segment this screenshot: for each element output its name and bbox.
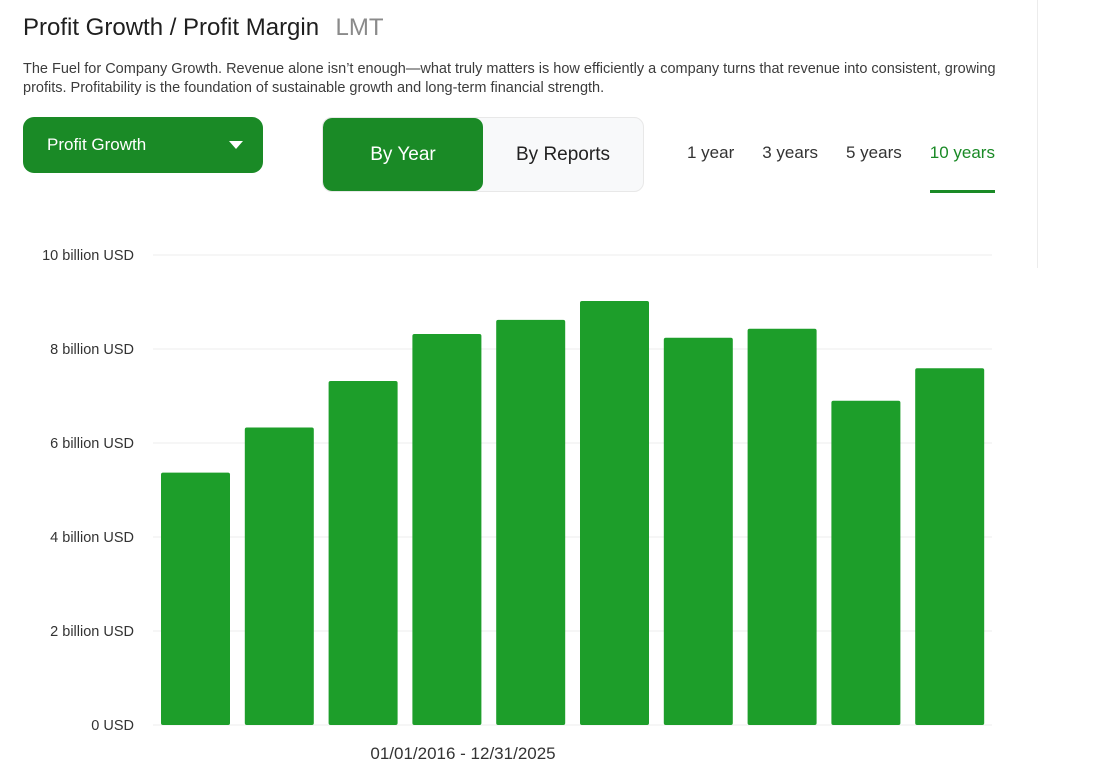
bar-2020[interactable] <box>496 319 566 725</box>
bar-2024[interactable] <box>831 400 901 725</box>
chart-bars <box>161 301 985 725</box>
tab-1-year[interactable]: 1 year <box>687 143 734 193</box>
bar-2021[interactable] <box>580 301 649 725</box>
view-toggle: By Year By Reports <box>322 117 644 192</box>
caret-down-icon <box>229 141 243 149</box>
bar-2017[interactable] <box>244 427 314 725</box>
page-title: Profit Growth / Profit Margin <box>23 14 320 41</box>
y-tick-label: 4 billion USD <box>50 530 134 546</box>
bar-2016[interactable] <box>161 472 230 725</box>
tab-10-years[interactable]: 10 years <box>929 143 996 193</box>
page-header: Profit Growth / Profit Margin LMT <box>23 14 384 42</box>
y-tick-label: 0 USD <box>91 718 134 734</box>
tab-5-years[interactable]: 5 years <box>846 143 902 193</box>
by-reports-button[interactable]: By Reports <box>483 118 643 191</box>
tab-3-years[interactable]: 3 years <box>762 143 818 193</box>
by-year-button[interactable]: By Year <box>323 118 483 191</box>
y-axis-labels: 0 USD 2 billion USD 4 billion USD 6 billion… <box>42 248 134 734</box>
metric-dropdown[interactable]: Profit Growth <box>23 117 263 173</box>
period-tabs: 1 year 3 years 5 years 10 years <box>673 143 1009 193</box>
y-tick-label: 10 billion USD <box>42 248 134 264</box>
y-tick-label: 8 billion USD <box>50 342 134 358</box>
bar-2023[interactable] <box>747 328 817 725</box>
y-tick-label: 6 billion USD <box>50 436 134 452</box>
bar-2018[interactable] <box>328 380 398 725</box>
bar-2025[interactable] <box>915 368 985 725</box>
ticker-symbol: LMT <box>335 14 384 41</box>
y-tick-label: 2 billion USD <box>50 624 134 640</box>
bar-2019[interactable] <box>412 333 482 725</box>
metric-dropdown-label: Profit Growth <box>47 135 147 154</box>
page-description: The Fuel for Company Growth. Revenue alo… <box>23 61 996 96</box>
right-divider <box>1037 0 1038 268</box>
x-axis-date-range: 01/01/2016 - 12/31/2025 <box>370 744 555 763</box>
bar-2022[interactable] <box>663 337 733 725</box>
profit-bar-chart: 0 USD 2 billion USD 4 billion USD 6 billion… <box>42 248 992 763</box>
